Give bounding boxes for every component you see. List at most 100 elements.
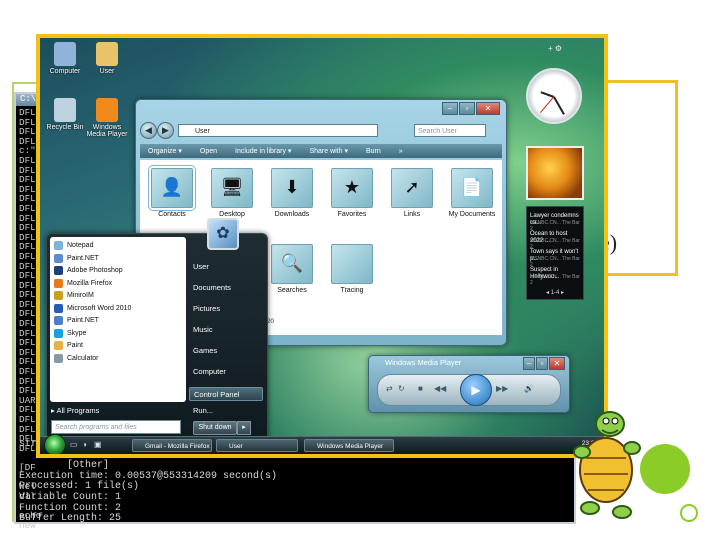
folder-label: Searches (277, 287, 307, 294)
desktop-icon[interactable]: Windows Media Player (84, 98, 130, 138)
taskbar-button[interactable]: Windows Media Player (304, 439, 394, 452)
program-icon (54, 266, 63, 275)
close-button[interactable]: ✕ (476, 102, 500, 115)
start-search-input[interactable]: Search programs and files (51, 420, 181, 434)
quick-launch-icon[interactable]: ▣ (94, 440, 102, 449)
folder-item[interactable]: 🖥 Desktop (204, 168, 260, 218)
program-icon (54, 291, 63, 300)
folder-label: Tracing (340, 287, 364, 294)
start-right-item[interactable]: Documents (193, 283, 231, 292)
folder-label: Contacts (158, 211, 186, 218)
folder-item[interactable]: ➚ Links (384, 168, 440, 218)
folder-item[interactable]: ★ Favorites (324, 168, 380, 218)
desktop-icon[interactable]: Recycle Bin (42, 98, 88, 131)
start-menu-item[interactable]: Microsoft Word 2010 (54, 303, 132, 313)
program-icon (54, 278, 63, 288)
feed-headlines-gadget: ◂ 1-4 ▸ Lawyer condemns ca... MSNBC.CN...… (526, 206, 584, 300)
start-menu-item[interactable]: Paint (54, 341, 83, 350)
program-icon (54, 328, 63, 338)
start-right-item[interactable]: Games (193, 346, 217, 355)
clock-second-hand (540, 96, 555, 113)
green-circle-outline (680, 504, 698, 522)
start-right-item[interactable]: Control Panel (189, 387, 263, 401)
computer-icon (54, 42, 76, 66)
repeat-icon[interactable]: ↻ (398, 384, 405, 393)
start-menu-item[interactable]: Skype (54, 328, 86, 338)
taskbar: ▭ ◑ ▣ Gmail - Mozilla Firefox User Windows M… (40, 434, 604, 454)
folder-item[interactable]: ⬇ Downloads (264, 168, 320, 218)
next-icon[interactable]: ▶▶ (496, 384, 508, 393)
program-icon (54, 253, 63, 263)
folder-item[interactable]: Tracing (324, 244, 380, 294)
folder-glyph-icon: 👤 (160, 177, 184, 197)
clock-gadget (526, 68, 582, 124)
toolbar-item[interactable]: Burn (366, 148, 381, 155)
folder-icon (331, 244, 373, 284)
toolbar-item[interactable]: Include in library ▾ (235, 147, 291, 155)
gadget-controls[interactable]: + ⚙ (548, 44, 562, 53)
folder-glyph-icon: 🔍 (280, 253, 304, 273)
folder-icon: 👤 (148, 165, 196, 211)
start-menu-item[interactable]: Adobe Photoshop (54, 266, 123, 275)
start-right-item[interactable]: Music (193, 325, 213, 334)
all-programs-label: All Programs (56, 406, 100, 415)
start-menu-item[interactable]: Notepad (54, 241, 93, 250)
toolbar-item[interactable]: Share with ▾ (309, 147, 348, 155)
folder-icon: ➚ (391, 168, 433, 208)
folder-item[interactable]: 👤 Contacts (144, 165, 200, 218)
forward-button[interactable]: ▶ (157, 122, 174, 139)
desktop-icon-label: Windows Media Player (86, 124, 128, 138)
start-menu-item[interactable]: MiniroIM (54, 291, 94, 300)
folder-icon: 🖥 (211, 168, 253, 208)
stop-icon[interactable]: ■ (418, 384, 423, 393)
start-menu-item[interactable]: Mozilla Firefox (54, 278, 112, 288)
play-button[interactable]: ▶ (460, 374, 492, 406)
feeds-navigation[interactable]: ◂ 1-4 ▸ (527, 289, 583, 296)
program-icon (54, 353, 63, 363)
start-right-item[interactable]: Run... (193, 406, 213, 415)
start-right-item[interactable]: Pictures (193, 304, 220, 313)
folder-glyph-icon: 📄 (460, 177, 484, 197)
desktop-icon[interactable]: User (84, 42, 130, 75)
minimize-button[interactable]: – (442, 102, 458, 115)
toolbar-item[interactable]: » (399, 148, 403, 155)
previous-icon[interactable]: ◀◀ (434, 384, 446, 393)
taskbar-button[interactable]: Gmail - Mozilla Firefox (132, 439, 212, 452)
shutdown-button[interactable]: Shut down (193, 421, 237, 435)
search-input[interactable]: Search User (414, 124, 486, 137)
taskbar-button[interactable]: User (216, 439, 298, 452)
start-menu-item[interactable]: Paint.NET (54, 316, 99, 325)
start-menu-item-label: MiniroIM (67, 292, 94, 299)
gadget-sidebar: + ⚙ ◂ 1-4 ▸ Lawyer condemns ca... MSNBC.C… (526, 40, 604, 454)
start-right-item[interactable]: User (193, 262, 209, 271)
start-menu-item-label: Microsoft Word 2010 (67, 304, 132, 312)
desktop-icon[interactable]: Computer (42, 42, 88, 75)
media-player-title: Windows Media Player (385, 358, 462, 367)
start-menu-item[interactable]: Calculator (54, 353, 99, 363)
shuffle-icon[interactable]: ⇄ (386, 384, 393, 393)
back-button[interactable]: ◀ (140, 122, 157, 139)
start-orb-button[interactable] (44, 434, 66, 454)
toolbar-item[interactable]: Organize ▾ (148, 147, 182, 155)
clock-minute-hand (553, 96, 565, 115)
folder-item[interactable]: 🔍 Searches (264, 244, 320, 294)
folder-label: Desktop (219, 211, 245, 218)
quick-launch-icon[interactable]: ◑ (82, 440, 87, 449)
folder-label: Links (403, 211, 421, 218)
maximize-button[interactable]: ▫ (459, 102, 475, 115)
all-programs-link[interactable]: ▸ All Programs (51, 406, 99, 415)
start-menu-item[interactable]: Paint.NET (54, 253, 99, 263)
toolbar-item[interactable]: Open (200, 148, 217, 155)
folder-glyph-icon: ➚ (404, 177, 420, 197)
start-menu-item-label: Adobe Photoshop (67, 267, 123, 274)
user-picture-icon: ✿ (207, 218, 239, 250)
feed-source: MSNBC.CN... The Bar 2 (530, 274, 580, 286)
start-right-item[interactable]: Computer (193, 367, 226, 376)
start-menu-item-label: Paint.NET (67, 254, 99, 262)
address-bar[interactable]: User (178, 124, 378, 137)
folder-icon: ★ (331, 168, 373, 208)
quick-launch-icon[interactable]: ▭ (70, 440, 78, 449)
folder-item[interactable]: 📄 My Documents (444, 168, 500, 218)
shutdown-options-button[interactable]: ▸ (237, 421, 251, 435)
folder-glyph-icon: ⬇ (284, 177, 300, 197)
